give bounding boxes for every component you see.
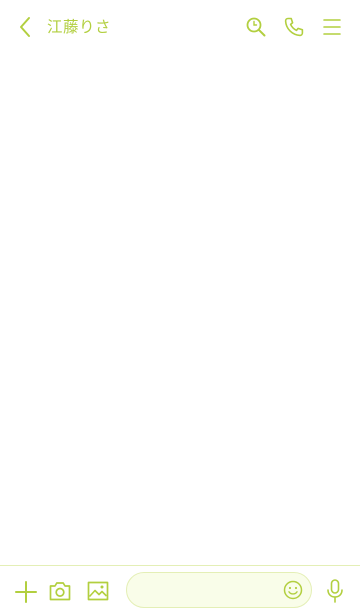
image-icon[interactable]	[86, 579, 110, 603]
message-list[interactable]	[0, 54, 360, 565]
message-composer	[0, 565, 360, 616]
back-icon[interactable]	[15, 15, 37, 39]
search-icon[interactable]	[245, 16, 267, 38]
chat-title: 江藤りさ	[47, 18, 112, 36]
mic-icon[interactable]	[325, 578, 345, 604]
phone-icon[interactable]	[283, 16, 305, 38]
emoji-icon[interactable]	[283, 580, 303, 600]
chat-header: 江藤りさ	[0, 0, 360, 54]
camera-icon[interactable]	[48, 579, 72, 603]
plus-icon[interactable]	[14, 580, 38, 604]
menu-icon[interactable]	[322, 17, 342, 37]
